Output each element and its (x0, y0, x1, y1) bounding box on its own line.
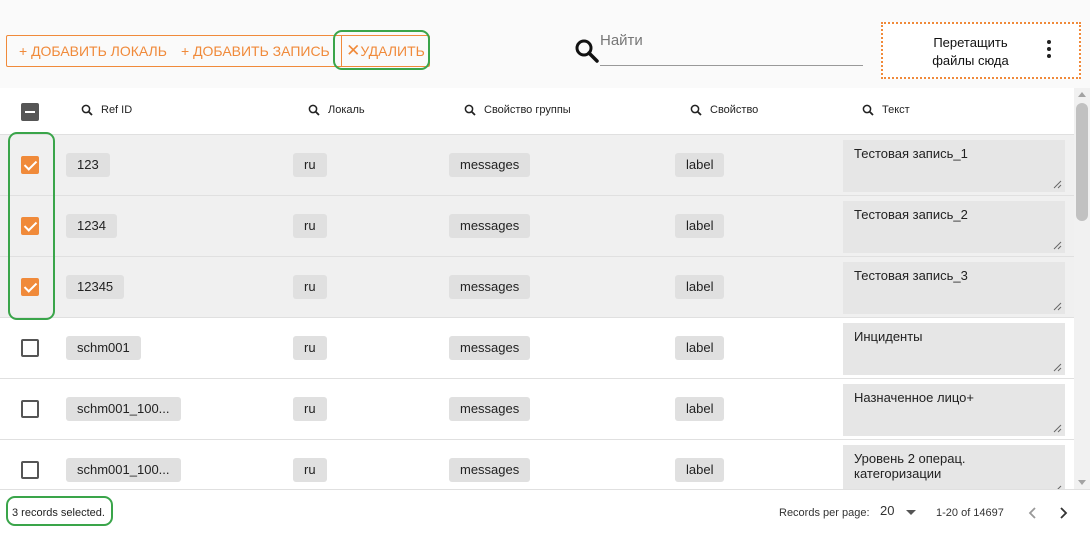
scroll-up-icon[interactable] (1078, 92, 1086, 97)
text-field[interactable]: Тестовая запись_2 (843, 201, 1065, 253)
pagination-range: 1-20 of 14697 (936, 507, 1004, 519)
search-icon (308, 104, 320, 116)
row-checkbox[interactable] (21, 217, 39, 235)
row-checkbox[interactable] (21, 278, 39, 296)
text-field[interactable]: Уровень 2 операц. категоризации (843, 445, 1065, 489)
resize-grip-icon[interactable] (1053, 424, 1062, 433)
property-chip[interactable]: label (675, 336, 725, 360)
column-header-ref-id[interactable]: Ref ID (81, 104, 132, 116)
ref-id-chip[interactable]: 123 (66, 153, 110, 177)
text-field[interactable]: Назначенное лицо+ (843, 384, 1065, 436)
add-locale-button[interactable]: + ДОБАВИТЬ ЛОКАЛЬ (19, 36, 167, 66)
search-icon (862, 104, 874, 116)
delete-label: УДАЛИТЬ (360, 43, 425, 59)
search-input[interactable] (600, 30, 863, 66)
table-row[interactable]: 12345 ru messages label Тестовая запись_… (0, 257, 1074, 318)
vertical-scrollbar[interactable] (1074, 88, 1090, 489)
chevron-left-icon[interactable] (1023, 503, 1043, 523)
column-header-text[interactable]: Текст (862, 104, 910, 116)
column-header-locale[interactable]: Локаль (308, 104, 365, 116)
chevron-down-icon[interactable] (906, 510, 916, 515)
text-field[interactable]: Тестовая запись_1 (843, 140, 1065, 192)
property-chip[interactable]: label (675, 153, 725, 177)
add-record-button[interactable]: + ДОБАВИТЬ ЗАПИСЬ (181, 36, 330, 66)
column-label: Локаль (328, 104, 365, 116)
resize-grip-icon[interactable] (1053, 241, 1062, 250)
group-property-chip[interactable]: messages (449, 397, 531, 421)
group-property-chip[interactable]: messages (449, 275, 531, 299)
select-all-checkbox[interactable] (21, 103, 39, 121)
action-button-group: + ДОБАВИТЬ ЛОКАЛЬ + ДОБАВИТЬ ЗАПИСЬ ✕УДА… (6, 35, 430, 67)
group-property-chip[interactable]: messages (449, 214, 531, 238)
locale-chip[interactable]: ru (293, 458, 327, 482)
group-property-chip[interactable]: messages (449, 336, 531, 360)
resize-grip-icon[interactable] (1053, 180, 1062, 189)
row-checkbox[interactable] (21, 156, 39, 174)
table-row[interactable]: schm001_100... ru messages label Уровень… (0, 440, 1074, 489)
text-value: Назначенное лицо+ (854, 390, 974, 405)
table-row[interactable]: schm001_100... ru messages label Назначе… (0, 379, 1074, 440)
group-property-chip[interactable]: messages (449, 153, 531, 177)
table-row[interactable]: 1234 ru messages label Тестовая запись_2 (0, 196, 1074, 257)
column-label: Свойство (710, 104, 759, 116)
chevron-right-icon[interactable] (1053, 503, 1073, 523)
table-row[interactable]: 123 ru messages label Тестовая запись_1 (0, 135, 1074, 196)
resize-grip-icon[interactable] (1053, 363, 1062, 372)
ref-id-chip[interactable]: 1234 (66, 214, 117, 238)
selected-count-text: 3 records selected. (12, 507, 105, 519)
locale-chip[interactable]: ru (293, 214, 327, 238)
property-chip[interactable]: label (675, 458, 725, 482)
file-dropzone[interactable]: Перетащить файлы сюда (881, 22, 1081, 79)
text-value: Тестовая запись_1 (854, 146, 968, 161)
locale-chip[interactable]: ru (293, 153, 327, 177)
text-value: Уровень 2 операц. категоризации (854, 451, 966, 481)
search-icon (464, 104, 476, 116)
column-header-property[interactable]: Свойство (690, 104, 758, 116)
scroll-down-icon[interactable] (1078, 480, 1086, 485)
row-checkbox[interactable] (21, 400, 39, 418)
column-header-group-property[interactable]: Свойство группы (464, 104, 571, 116)
scrollbar-thumb[interactable] (1076, 103, 1088, 221)
ref-id-chip[interactable]: schm001 (66, 336, 141, 360)
dropzone-label: Перетащить файлы сюда (932, 35, 1009, 68)
close-icon: ✕ (346, 41, 361, 60)
locale-chip[interactable]: ru (293, 397, 327, 421)
text-value: Тестовая запись_3 (854, 268, 968, 283)
row-checkbox[interactable] (21, 461, 39, 479)
text-value: Инциденты (854, 329, 923, 344)
rows-per-page-label: Records per page: (779, 507, 870, 519)
property-chip[interactable]: label (675, 214, 725, 238)
text-field[interactable]: Инциденты (843, 323, 1065, 375)
ref-id-chip[interactable]: schm001_100... (66, 397, 181, 421)
column-label: Текст (882, 104, 910, 116)
ref-id-chip[interactable]: 12345 (66, 275, 125, 299)
toolbar: + ДОБАВИТЬ ЛОКАЛЬ + ДОБАВИТЬ ЗАПИСЬ ✕УДА… (0, 0, 1090, 88)
table-header: Ref ID Локаль Свойство группы Свойство Т… (0, 88, 1074, 135)
locale-chip[interactable]: ru (293, 336, 327, 360)
search-icon (575, 39, 599, 63)
search-icon (690, 104, 702, 116)
locale-chip[interactable]: ru (293, 275, 327, 299)
column-label: Свойство группы (484, 104, 571, 116)
rows-per-page-select[interactable]: 20 (880, 503, 894, 518)
row-checkbox[interactable] (21, 339, 39, 357)
table-row[interactable]: schm001 ru messages label Инциденты (0, 318, 1074, 379)
delete-button[interactable]: ✕УДАЛИТЬ (341, 36, 429, 66)
text-value: Тестовая запись_2 (854, 207, 968, 222)
property-chip[interactable]: label (675, 275, 725, 299)
ref-id-chip[interactable]: schm001_100... (66, 458, 181, 482)
column-label: Ref ID (101, 104, 133, 116)
group-property-chip[interactable]: messages (449, 458, 531, 482)
property-chip[interactable]: label (675, 397, 725, 421)
table-footer: 3 records selected. Records per page: 20… (0, 489, 1090, 535)
resize-grip-icon[interactable] (1053, 302, 1062, 311)
search-icon (81, 104, 93, 116)
table-body: 123 ru messages label Тестовая запись_1 … (0, 135, 1074, 489)
text-field[interactable]: Тестовая запись_3 (843, 262, 1065, 314)
more-vert-icon[interactable] (1039, 38, 1059, 62)
